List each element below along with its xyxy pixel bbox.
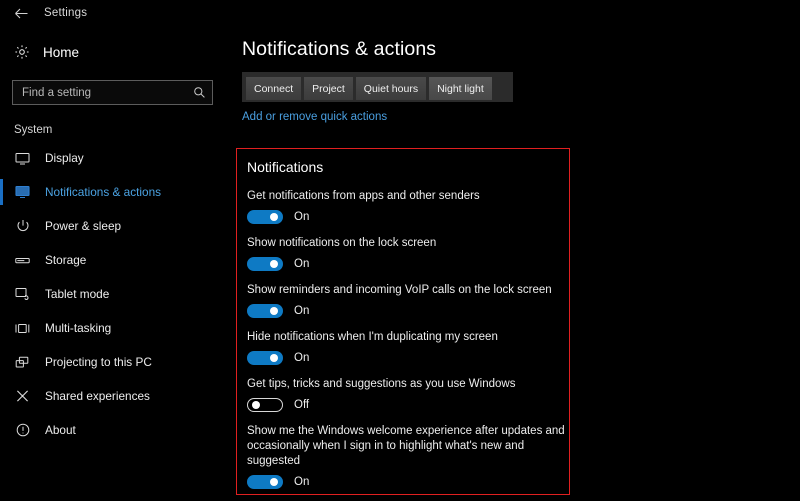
sidebar-item-multi-tasking[interactable]: Multi-tasking: [0, 311, 232, 345]
sidebar-item-label: Shared experiences: [45, 389, 150, 403]
sidebar-item-label: About: [45, 423, 76, 437]
search-box[interactable]: [12, 80, 213, 105]
setting-get-notifications-from-apps: Get notifications from apps and other se…: [245, 189, 569, 224]
setting-reminders-voip-lock-screen: Show reminders and incoming VoIP calls o…: [245, 283, 569, 318]
setting-windows-welcome-experience: Show me the Windows welcome experience a…: [245, 424, 569, 489]
toggle-state-label: On: [294, 258, 310, 270]
sidebar-item-label: Projecting to this PC: [45, 355, 152, 369]
toggle-row: On: [247, 304, 569, 318]
title-bar: Settings: [0, 0, 800, 26]
toggle-switch[interactable]: [247, 257, 283, 271]
sidebar: Home System Display: [0, 26, 232, 501]
setting-label: Get notifications from apps and other se…: [247, 190, 480, 202]
setting-label: Show reminders and incoming VoIP calls o…: [247, 284, 552, 296]
toggle-knob: [252, 401, 260, 409]
sidebar-item-label: Tablet mode: [45, 287, 110, 301]
page-title: Notifications & actions: [242, 38, 437, 60]
storage-icon: [14, 252, 31, 269]
sidebar-item-display[interactable]: Display: [0, 141, 232, 175]
search-input[interactable]: [22, 86, 193, 99]
setting-hide-notifications-duplicating: Hide notifications when I'm duplicating …: [245, 330, 569, 365]
quick-action-tile[interactable]: Quiet hours: [355, 77, 427, 100]
add-remove-quick-actions-link[interactable]: Add or remove quick actions: [242, 111, 387, 123]
setting-label: Show me the Windows welcome experience a…: [247, 425, 565, 467]
setting-label: Get tips, tricks and suggestions as you …: [247, 378, 516, 390]
sidebar-item-label: Power & sleep: [45, 219, 122, 233]
sidebar-item-tablet-mode[interactable]: Tablet mode: [0, 277, 232, 311]
setting-show-notifications-lock-screen: Show notifications on the lock screen On: [245, 236, 569, 271]
back-arrow-icon: [14, 8, 27, 18]
sidebar-item-label: Notifications & actions: [45, 185, 162, 199]
toggle-state-label: On: [294, 476, 310, 488]
toggle-row: On: [247, 475, 569, 489]
toggle-switch[interactable]: [247, 475, 283, 489]
sidebar-item-notifications-actions[interactable]: Notifications & actions: [0, 175, 232, 209]
toggle-state-label: On: [294, 211, 310, 223]
toggle-state-label: Off: [294, 399, 310, 411]
quick-action-tile[interactable]: Night light: [429, 77, 492, 100]
toggle-knob: [270, 354, 278, 362]
toggle-switch[interactable]: [247, 398, 283, 412]
home-label: Home: [43, 44, 80, 60]
power-icon: [14, 218, 31, 235]
toggle-row: On: [247, 210, 569, 224]
sidebar-item-power-sleep[interactable]: Power & sleep: [0, 209, 232, 243]
toggle-knob: [270, 307, 278, 315]
toggle-state-label: On: [294, 305, 310, 317]
toggle-knob: [270, 260, 278, 268]
sidebar-item-shared-experiences[interactable]: Shared experiences: [0, 379, 232, 413]
setting-label: Hide notifications when I'm duplicating …: [247, 331, 498, 343]
toggle-knob: [270, 478, 278, 486]
sidebar-item-home[interactable]: Home: [0, 38, 232, 66]
projecting-icon: [14, 354, 31, 371]
toggle-row: Off: [247, 398, 569, 412]
toggle-row: On: [247, 351, 569, 365]
toggle-state-label: On: [294, 352, 310, 364]
sidebar-item-about[interactable]: About: [0, 413, 232, 447]
sidebar-item-label: Display: [45, 151, 84, 165]
toggle-switch[interactable]: [247, 210, 283, 224]
settings-window: Settings Home System: [0, 0, 800, 501]
quick-actions-panel: Connect Project Quiet hours Night light: [242, 72, 513, 102]
toggle-switch[interactable]: [247, 351, 283, 365]
notifications-section-highlight: Notifications Get notifications from app…: [236, 148, 570, 495]
notification-icon: [14, 184, 31, 201]
setting-tips-tricks-suggestions: Get tips, tricks and suggestions as you …: [245, 377, 569, 412]
quick-action-tile[interactable]: Project: [304, 77, 353, 100]
sidebar-item-storage[interactable]: Storage: [0, 243, 232, 277]
shared-experiences-icon: [14, 388, 31, 405]
sidebar-item-label: Storage: [45, 253, 87, 267]
tablet-icon: [14, 286, 31, 303]
toggle-row: On: [247, 257, 569, 271]
toggle-knob: [270, 213, 278, 221]
section-title: Notifications: [247, 159, 324, 175]
gear-icon: [14, 44, 30, 60]
back-button[interactable]: [0, 0, 42, 26]
sidebar-item-label: Multi-tasking: [45, 321, 112, 335]
quick-action-tile[interactable]: Connect: [246, 77, 302, 100]
sidebar-group-title: System: [14, 124, 53, 136]
toggle-switch[interactable]: [247, 304, 283, 318]
setting-label: Show notifications on the lock screen: [247, 237, 437, 249]
monitor-icon: [14, 150, 31, 167]
info-icon: [14, 422, 31, 439]
content-pane: Notifications & actions Connect Project …: [232, 26, 800, 501]
multitasking-icon: [14, 320, 31, 337]
search-icon: [193, 86, 206, 99]
window-title: Settings: [44, 7, 88, 19]
sidebar-item-projecting-to-this-pc[interactable]: Projecting to this PC: [0, 345, 232, 379]
